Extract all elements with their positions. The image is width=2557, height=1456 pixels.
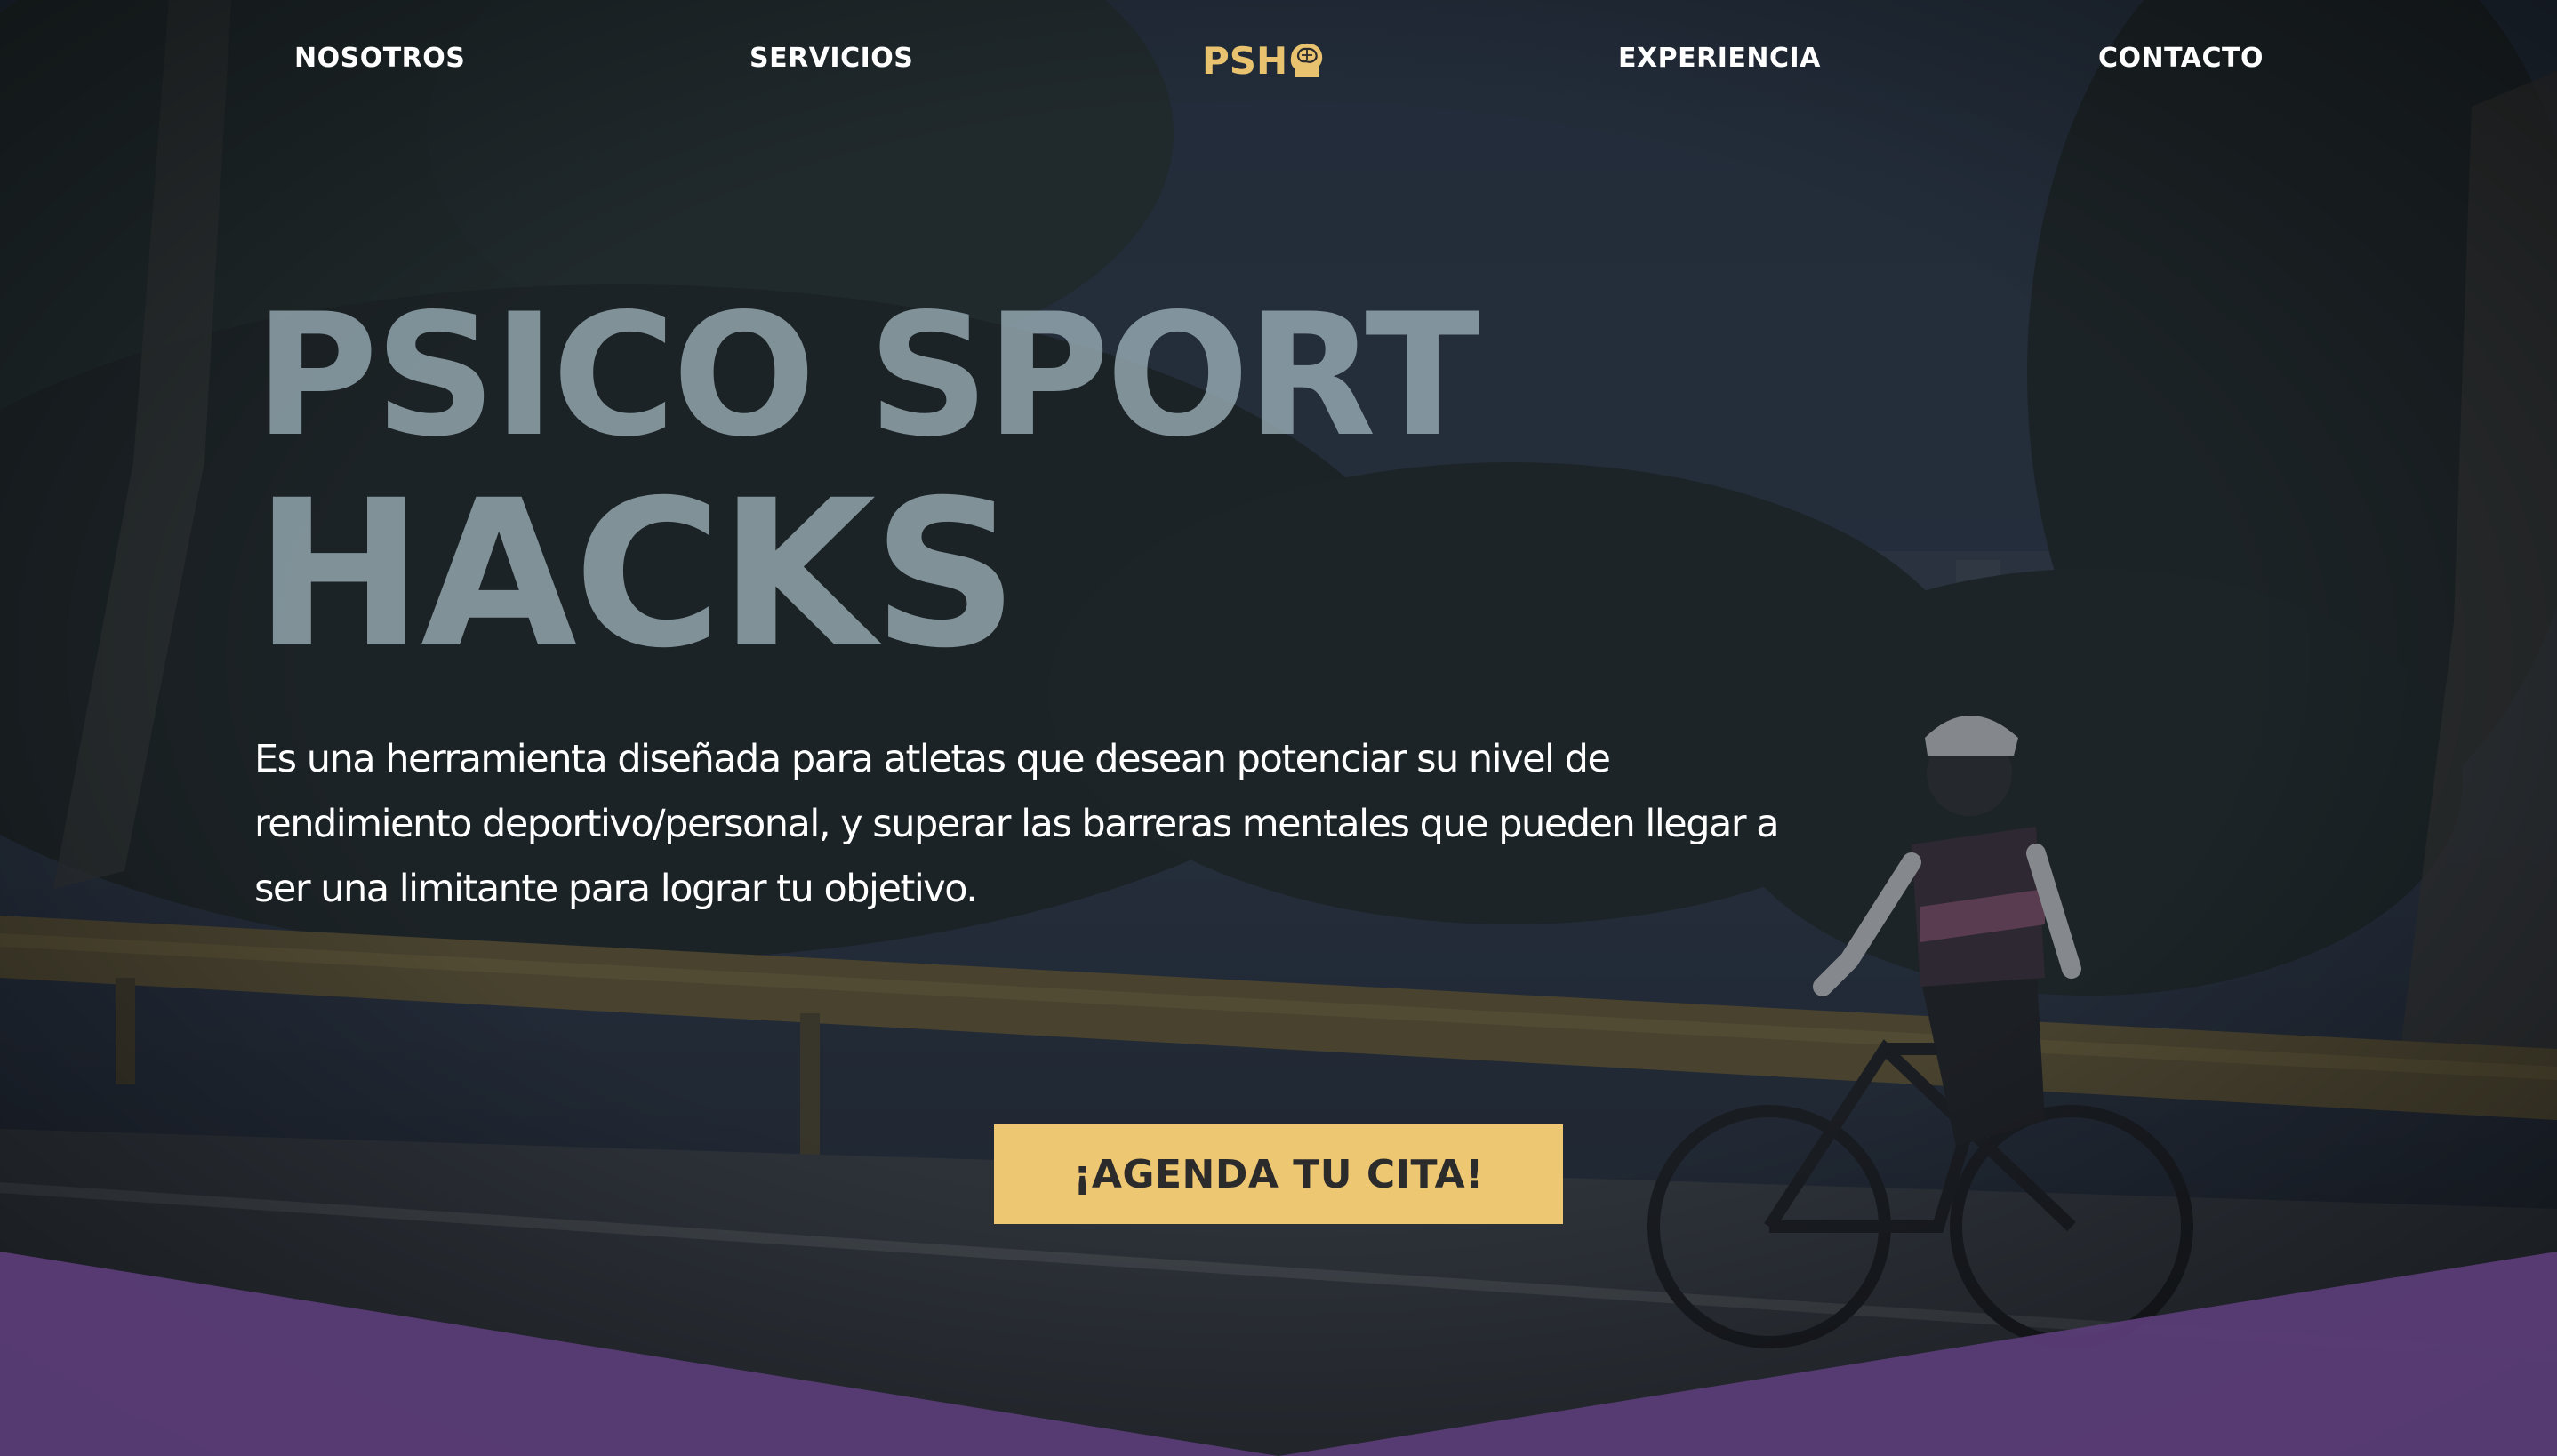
hero-title-line1: PSICO SPORT	[254, 277, 1480, 474]
hero-title-line2: HACKS	[254, 456, 1018, 692]
hero-section: NOSOTROS SERVICIOS PSH EXPERIENCIA CONTA…	[0, 0, 2557, 1456]
nav-experiencia[interactable]: EXPERIENCIA	[1618, 43, 1821, 74]
brain-head-icon	[1291, 43, 1323, 77]
hero-subtitle: Es una herramienta diseñada para atletas…	[254, 737, 1780, 911]
logo-text: PSH	[1202, 39, 1288, 83]
nav-nosotros[interactable]: NOSOTROS	[294, 43, 465, 74]
agenda-cita-button[interactable]: ¡AGENDA TU CITA!	[994, 1124, 1563, 1224]
site-logo[interactable]: PSH	[1202, 39, 1325, 83]
nav-servicios[interactable]: SERVICIOS	[749, 43, 913, 74]
nav-contacto[interactable]: CONTACTO	[2098, 43, 2264, 74]
